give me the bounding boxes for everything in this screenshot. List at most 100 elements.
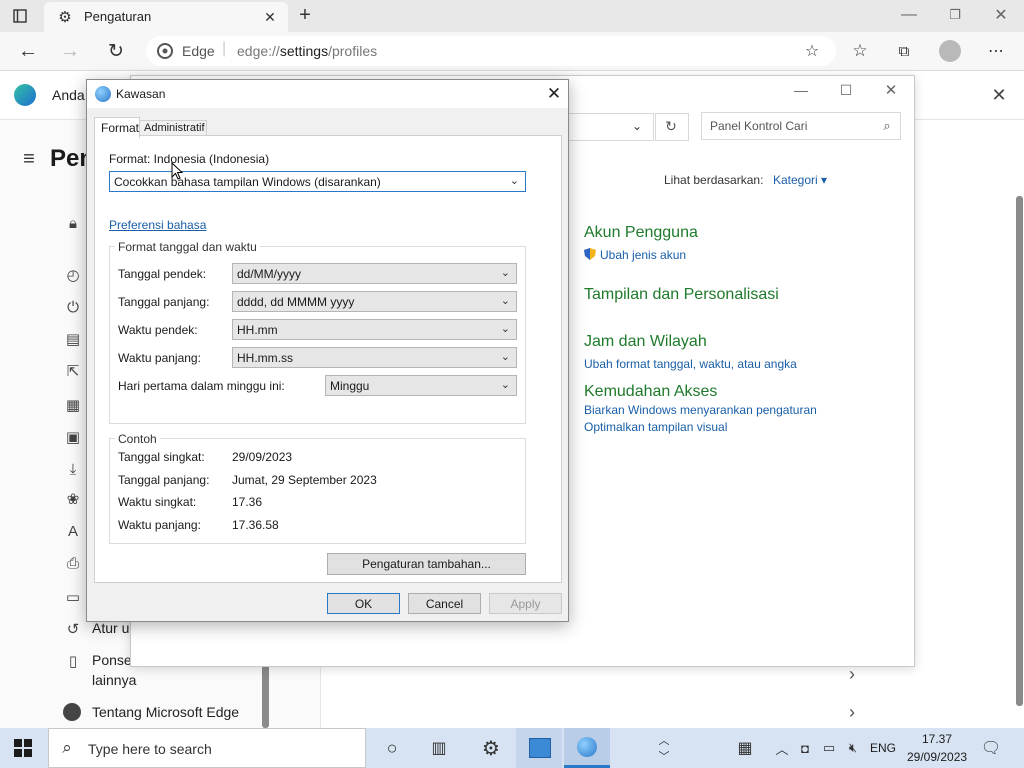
close-icon[interactable]: ✕ bbox=[881, 80, 901, 100]
settings-app-icon[interactable]: ⚙ bbox=[479, 736, 503, 760]
favorites-icon[interactable]: ☆ bbox=[850, 41, 870, 61]
site-permissions-icon[interactable]: ▦ bbox=[62, 394, 84, 416]
example-long-time-label: Waktu panjang: bbox=[118, 518, 201, 532]
reset-icon[interactable]: ↺ bbox=[62, 618, 84, 640]
tab-format[interactable]: Format bbox=[94, 117, 140, 138]
category-appearance[interactable]: Tampilan dan Personalisasi bbox=[584, 286, 779, 304]
datetime-group-legend: Format tanggal dan waktu bbox=[115, 240, 260, 254]
category-clock-region[interactable]: Jam dan Wilayah bbox=[584, 333, 707, 351]
chevron-right-icon[interactable]: › bbox=[844, 702, 860, 722]
search-icon: ⌕ bbox=[62, 738, 72, 757]
meet-now-icon[interactable]: ◘ bbox=[797, 738, 813, 758]
cortana-icon[interactable]: ○ bbox=[381, 737, 403, 759]
more-menu-icon[interactable]: ⋯ bbox=[985, 40, 1007, 62]
clock-time[interactable]: 17.37 bbox=[922, 732, 952, 746]
collections-icon[interactable]: ⧉ bbox=[894, 41, 914, 61]
ok-button[interactable]: OK bbox=[327, 593, 400, 614]
globe-icon bbox=[577, 737, 597, 757]
chevron-down-icon[interactable]: ⌄ bbox=[628, 117, 646, 135]
back-icon[interactable]: ← bbox=[16, 39, 40, 63]
lock-icon[interactable]: 🔒︎ bbox=[62, 212, 84, 234]
taskbar-region[interactable] bbox=[564, 728, 610, 768]
sidebar-item-phone[interactable]: Ponse bbox=[92, 652, 132, 668]
history-icon[interactable]: ◴ bbox=[62, 264, 84, 286]
hamburger-menu-icon[interactable]: ≡ bbox=[18, 148, 40, 170]
tab-format-label: Format bbox=[101, 121, 140, 135]
download-icon[interactable]: ⤓ bbox=[62, 458, 84, 480]
taskbar-control-panel[interactable] bbox=[516, 728, 562, 768]
control-panel-icon bbox=[529, 738, 551, 758]
task-view-icon[interactable]: ▥ bbox=[428, 737, 450, 759]
first-day-select[interactable]: Minggu ⌄ bbox=[325, 375, 517, 396]
share-icon[interactable]: ⇱ bbox=[62, 360, 84, 382]
minimize-icon[interactable]: — bbox=[791, 80, 811, 100]
url-path: /profiles bbox=[328, 43, 378, 59]
family-icon[interactable]: ❀ bbox=[62, 488, 84, 510]
close-banner-icon[interactable]: ✕ bbox=[988, 84, 1010, 106]
link-let-windows-suggest[interactable]: Biarkan Windows menyarankan pengaturan bbox=[584, 403, 817, 417]
tab-settings[interactable]: ⚙ Pengaturan ✕ bbox=[44, 2, 288, 32]
hidden-icons-icon[interactable]: ︿ bbox=[774, 738, 790, 758]
close-window-icon[interactable]: ✕ bbox=[990, 4, 1012, 26]
search-placeholder: Panel Kontrol Cari bbox=[710, 119, 808, 133]
new-tab-icon[interactable]: + bbox=[294, 4, 316, 26]
refresh-icon[interactable]: ↻ bbox=[104, 39, 128, 63]
close-tab-icon[interactable]: ✕ bbox=[260, 7, 280, 27]
short-time-select[interactable]: HH.mm ⌄ bbox=[232, 319, 517, 340]
window-icon[interactable]: ▤ bbox=[62, 328, 84, 350]
example-short-time-label: Waktu singkat: bbox=[118, 495, 197, 509]
clock-date[interactable]: 29/09/2023 bbox=[907, 750, 967, 764]
page-scrollbar[interactable] bbox=[1016, 196, 1023, 706]
system-icon[interactable]: ▭ bbox=[62, 586, 84, 608]
address-divider: | bbox=[222, 40, 227, 57]
network-icon[interactable]: ▭ bbox=[820, 738, 838, 758]
language-indicator[interactable]: ENG bbox=[870, 741, 896, 755]
forward-icon[interactable]: → bbox=[58, 39, 82, 63]
short-time-value: HH.mm bbox=[237, 323, 278, 337]
minimize-icon[interactable]: — bbox=[898, 4, 920, 26]
link-change-account-type[interactable]: Ubah jenis akun bbox=[600, 248, 686, 262]
cancel-button[interactable]: Cancel bbox=[408, 593, 481, 614]
phone-icon[interactable]: ▯ bbox=[62, 650, 84, 672]
chevron-down-icon: ⌄ bbox=[509, 175, 519, 187]
short-time-label: Waktu pendek: bbox=[118, 323, 198, 337]
printer-icon[interactable]: ⎙ bbox=[62, 552, 84, 574]
additional-settings-button[interactable]: Pengaturan tambahan... bbox=[327, 553, 526, 575]
long-time-select[interactable]: HH.mm.ss ⌄ bbox=[232, 347, 517, 368]
volume-muted-icon[interactable]: 🔇︎ bbox=[843, 738, 863, 758]
news-widget-icon[interactable]: ▦ bbox=[733, 738, 757, 758]
search-control-panel[interactable]: Panel Kontrol Cari ⌕ bbox=[701, 112, 901, 140]
maximize-icon[interactable]: ☐ bbox=[836, 80, 856, 100]
profile-avatar[interactable] bbox=[939, 40, 961, 62]
tab-actions-icon[interactable] bbox=[10, 6, 30, 26]
notifications-icon[interactable]: 🗨︎ bbox=[980, 737, 1002, 759]
long-date-select[interactable]: dddd, dd MMMM yyyy ⌄ bbox=[232, 291, 517, 312]
restore-icon[interactable]: ❐ bbox=[944, 4, 966, 26]
language-preferences-link[interactable]: Preferensi bahasa bbox=[109, 218, 206, 232]
address-bar[interactable]: Edge | edge://settings/profiles ☆ bbox=[146, 36, 836, 66]
taskbar-search-box[interactable]: ⌕ Type here to search bbox=[48, 728, 366, 768]
sidebar-item-reset[interactable]: Atur u bbox=[92, 620, 129, 636]
tab-strip: ⚙ Pengaturan ✕ + — ❐ ✕ bbox=[0, 0, 1024, 32]
link-optimize-visual[interactable]: Optimalkan tampilan visual bbox=[584, 420, 727, 434]
close-icon[interactable]: ✕ bbox=[543, 83, 565, 105]
refresh-button[interactable]: ↻ bbox=[655, 113, 689, 141]
apply-button[interactable]: Apply bbox=[489, 593, 562, 614]
scroll-arrows-icon[interactable]: ︿ ﹀ bbox=[654, 728, 674, 768]
link-change-date-format[interactable]: Ubah format tanggal, waktu, atau angka bbox=[584, 357, 797, 371]
long-time-label: Waktu panjang: bbox=[118, 351, 201, 365]
edge-logo-icon bbox=[63, 703, 81, 721]
first-day-label: Hari pertama dalam minggu ini: bbox=[118, 379, 285, 393]
languages-icon[interactable]: A bbox=[62, 520, 84, 542]
chevron-right-icon[interactable]: › bbox=[844, 664, 860, 684]
short-date-select[interactable]: dd/MM/yyyy ⌄ bbox=[232, 263, 517, 284]
windows-start-icon[interactable] bbox=[14, 739, 32, 757]
category-ease-of-access[interactable]: Kemudahan Akses bbox=[584, 383, 717, 401]
view-by-dropdown[interactable]: Kategori ▾ bbox=[773, 173, 827, 187]
edge-logo-icon bbox=[156, 42, 174, 60]
default-browser-icon[interactable]: ▣ bbox=[62, 426, 84, 448]
sidebar-item-about[interactable]: Tentang Microsoft Edge bbox=[92, 704, 239, 720]
category-user-accounts[interactable]: Akun Pengguna bbox=[584, 224, 698, 242]
power-icon[interactable]: ⏻ bbox=[62, 296, 84, 318]
add-favorite-icon[interactable]: ☆ bbox=[802, 41, 822, 61]
